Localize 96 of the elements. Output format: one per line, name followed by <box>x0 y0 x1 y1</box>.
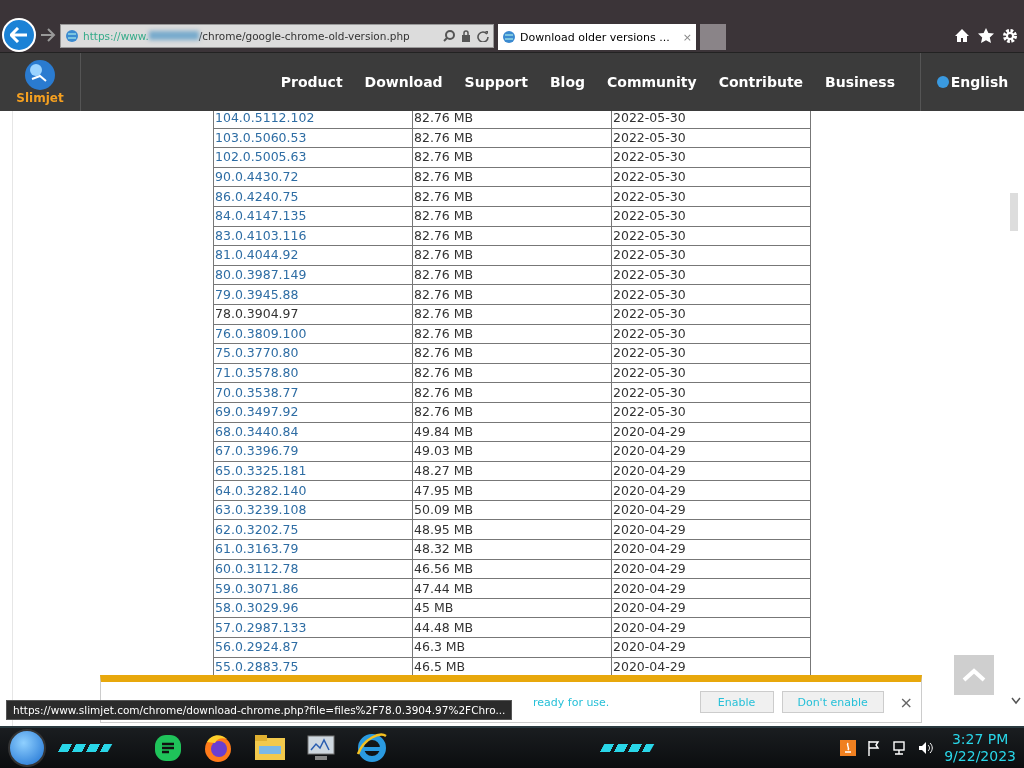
size-cell: 82.76 MB <box>412 147 612 168</box>
scrollbar-thumb[interactable] <box>1010 193 1018 231</box>
size-cell: 82.76 MB <box>412 167 612 187</box>
date-cell: 2020-04-29 <box>611 559 811 579</box>
date-cell: 2022-05-30 <box>611 111 811 129</box>
date-cell: 2020-04-29 <box>611 422 811 442</box>
size-cell: 49.84 MB <box>412 422 612 442</box>
size-cell: 82.76 MB <box>412 128 612 148</box>
nav-link[interactable]: Contribute <box>707 74 815 90</box>
size-cell: 82.76 MB <box>412 186 612 207</box>
size-cell: 82.76 MB <box>412 284 612 305</box>
date-cell: 2022-05-30 <box>611 226 811 246</box>
date-cell: 2022-05-30 <box>611 167 811 187</box>
browser-icon[interactable] <box>202 732 234 764</box>
date-cell: 2020-04-29 <box>611 637 811 658</box>
back-button[interactable] <box>2 18 36 52</box>
settings-icon[interactable] <box>1002 28 1018 44</box>
chevron-up-icon <box>962 668 986 682</box>
date-cell: 2020-04-29 <box>611 480 811 501</box>
clock-time: 3:27 PM <box>951 731 1009 748</box>
size-cell: 50.09 MB <box>412 500 612 520</box>
date-cell: 2022-05-30 <box>611 363 811 383</box>
date-cell: 2020-04-29 <box>611 441 811 462</box>
date-cell: 2020-04-29 <box>611 539 811 560</box>
back-arrow-icon <box>10 27 28 43</box>
scroll-down-icon[interactable] <box>1011 697 1021 705</box>
decoration-drawing <box>57 744 113 752</box>
size-cell: 82.76 MB <box>412 206 612 227</box>
nav-link[interactable]: Community <box>596 74 708 90</box>
date-cell: 2020-04-29 <box>611 598 811 618</box>
date-cell: 2022-05-30 <box>611 245 811 266</box>
date-cell: 2020-04-29 <box>611 617 811 638</box>
start-button[interactable] <box>8 729 46 767</box>
size-cell: 49.03 MB <box>412 441 612 462</box>
close-icon[interactable]: × <box>682 30 692 44</box>
size-cell: 48.32 MB <box>412 539 612 560</box>
size-cell: 45 MB <box>412 598 612 618</box>
size-cell: 47.44 MB <box>412 578 612 599</box>
size-cell: 82.76 MB <box>412 324 612 344</box>
date-cell: 2022-05-30 <box>611 186 811 207</box>
home-icon[interactable] <box>954 28 970 43</box>
date-cell: 2022-05-30 <box>611 128 811 148</box>
date-cell: 2022-05-30 <box>611 343 811 364</box>
size-cell: 82.76 MB <box>412 304 612 325</box>
date-cell: 2022-05-30 <box>611 304 811 325</box>
nav-link[interactable]: Business <box>814 74 906 90</box>
notification-message: ready for use. <box>533 695 610 709</box>
date-cell: 2022-05-30 <box>611 265 811 285</box>
status-tooltip: https://www.slimjet.com/chrome/download-chrome.php?file=files%2F78.0.3904.97%2FChro... <box>6 700 513 720</box>
date-cell: 2020-04-29 <box>611 500 811 520</box>
language-link[interactable]: English <box>920 53 1024 111</box>
lock-icon <box>461 30 471 42</box>
size-cell: 48.27 MB <box>412 461 612 481</box>
size-cell: 82.76 MB <box>412 226 612 246</box>
java-icon[interactable] <box>840 740 857 756</box>
date-cell: 2020-04-29 <box>611 461 811 481</box>
date-cell: 2022-05-30 <box>611 206 811 227</box>
date-cell: 2022-05-30 <box>611 324 811 344</box>
size-cell: 82.76 MB <box>412 363 612 383</box>
date-cell: 2022-05-30 <box>611 382 811 403</box>
date-cell: 2022-05-30 <box>611 402 811 422</box>
monitor-icon[interactable] <box>306 734 336 762</box>
folder-icon[interactable] <box>254 734 286 762</box>
clock-date: 9/22/2023 <box>944 748 1016 765</box>
close-icon[interactable]: × <box>899 692 913 712</box>
size-cell: 46.56 MB <box>412 559 612 579</box>
nav-link[interactable]: Product <box>269 74 354 90</box>
star-icon[interactable] <box>978 28 994 43</box>
note-app-icon[interactable] <box>154 734 182 762</box>
size-cell: 44.48 MB <box>412 617 612 638</box>
date-cell: 2020-04-29 <box>611 519 811 540</box>
nav-link[interactable]: Download <box>353 74 454 90</box>
speaker-icon[interactable] <box>918 740 935 756</box>
decoration-drawing <box>599 744 655 752</box>
size-cell: 82.76 MB <box>412 402 612 422</box>
size-cell: 46.3 MB <box>412 637 612 658</box>
nav-link[interactable]: Blog <box>538 74 597 90</box>
nav-link[interactable]: Support <box>453 74 539 90</box>
browser-e-icon[interactable] <box>356 732 388 764</box>
date-cell: 2022-05-30 <box>611 147 811 168</box>
date-cell: 2020-04-29 <box>611 578 811 599</box>
size-cell: 47.95 MB <box>412 480 612 501</box>
size-cell: 82.76 MB <box>412 343 612 364</box>
size-cell: 82.76 MB <box>412 265 612 285</box>
logo-text[interactable]: Slimjet <box>16 91 64 105</box>
forward-icon[interactable] <box>40 28 56 42</box>
size-cell: 82.76 MB <box>412 245 612 266</box>
refresh-icon[interactable] <box>477 30 489 42</box>
search-icon[interactable] <box>443 30 455 42</box>
size-cell: 82.76 MB <box>412 111 612 129</box>
size-cell: 48.95 MB <box>412 519 612 540</box>
address-field[interactable]: https://www. /chrome/google-chrome-old-version.php <box>60 24 494 48</box>
date-cell: 2022-05-30 <box>611 284 811 305</box>
browser-tab[interactable]: Download older versions ... × <box>498 24 696 50</box>
tab-title: Download older versions ... <box>520 30 671 44</box>
size-cell: 82.76 MB <box>412 382 612 403</box>
